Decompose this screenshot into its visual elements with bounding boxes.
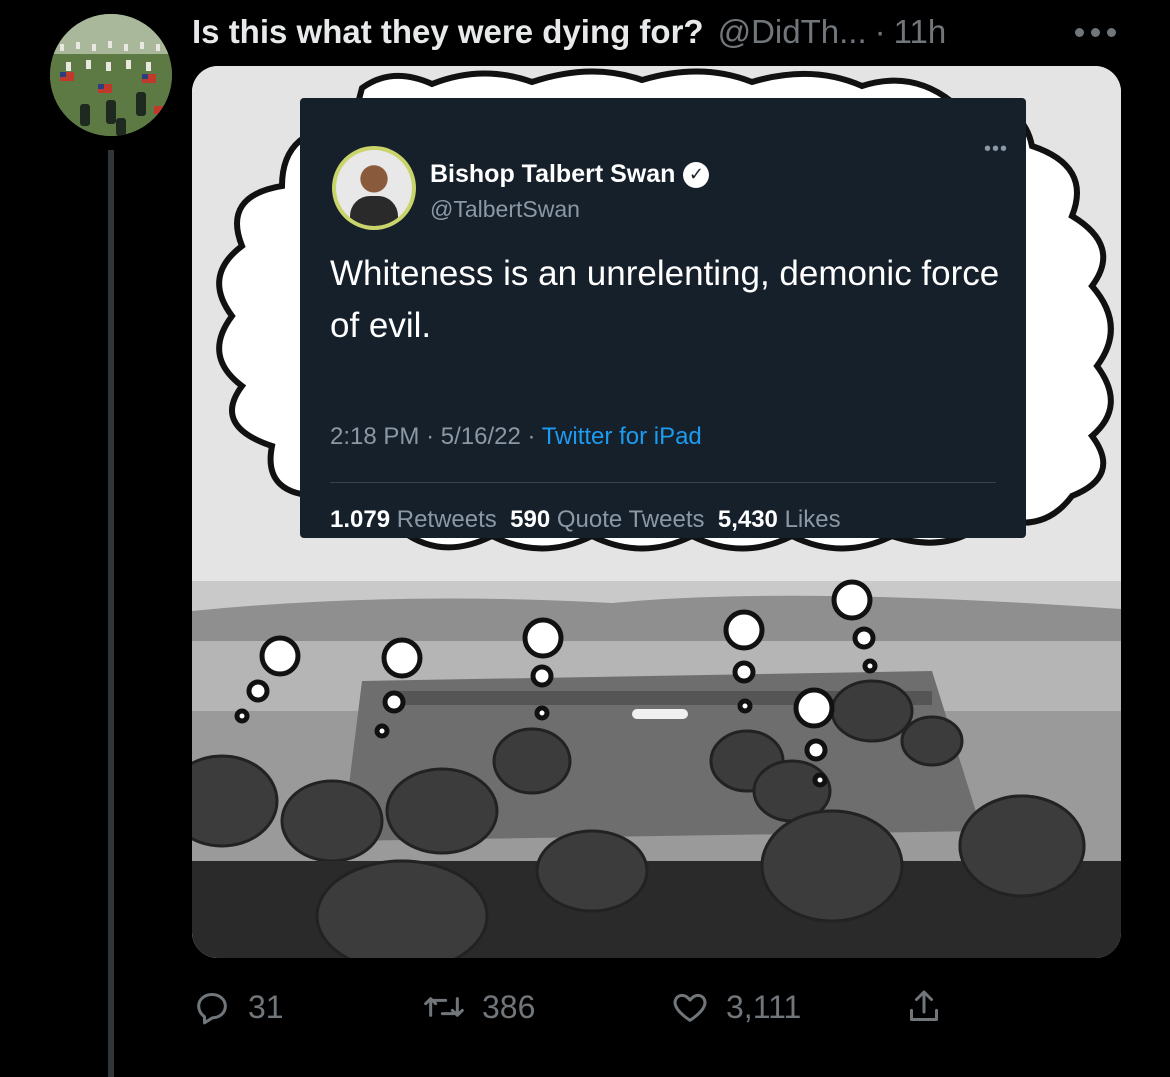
embed-source: Twitter for iPad (541, 423, 702, 450)
separator-dot: · (874, 13, 886, 50)
tweet-header: Is this what they were dying for? @DidTh… (192, 10, 1152, 54)
like-count: 3,111 (726, 988, 802, 1025)
embed-text: Whiteness is an unrelenting, demonic for… (330, 254, 1000, 345)
embed-avatar (332, 146, 416, 230)
embed-time: 2:18 PM (330, 423, 420, 450)
reply-button[interactable]: 31 (192, 987, 284, 1027)
embed-author: Bishop Talbert Swan ✓ (430, 160, 710, 189)
user-handle[interactable]: @DidTh... (718, 13, 867, 51)
embed-author-name: Bishop Talbert Swan (430, 160, 676, 188)
share-icon (910, 990, 938, 1021)
like-button[interactable]: 3,111 (670, 987, 801, 1027)
tweet-media[interactable]: Bishop Talbert Swan ✓ @TalbertSwan ••• W… (192, 66, 1121, 958)
display-name[interactable]: Is this what they were dying for? (192, 13, 704, 51)
heart-icon (673, 993, 707, 1022)
retweet-icon (424, 997, 464, 1017)
embed-more-icon: ••• (983, 138, 1008, 160)
retweet-button[interactable]: 386 (422, 987, 535, 1027)
more-icon[interactable] (1075, 28, 1154, 37)
thread-line (108, 150, 114, 1077)
reply-icon (197, 993, 227, 1025)
share-button[interactable] (904, 987, 944, 1027)
tweet: Is this what they were dying for? @DidTh… (0, 0, 1170, 1077)
timestamp[interactable]: 11h (894, 13, 947, 51)
verified-icon: ✓ (683, 161, 710, 188)
retweet-count: 386 (482, 988, 536, 1025)
action-bar: 31 386 3,111 (192, 982, 972, 1032)
embed-date: 5/16/22 (440, 423, 521, 450)
reply-count: 31 (248, 988, 284, 1025)
embed-meta: 2:18 PM · 5/16/22 · Twitter for iPad (330, 423, 702, 450)
embedded-tweet: Bishop Talbert Swan ✓ @TalbertSwan ••• W… (300, 98, 1026, 538)
embed-handle: @TalbertSwan (430, 196, 580, 222)
avatar[interactable] (50, 14, 172, 136)
embed-stats: 1.079 Retweets 590 Quote Tweets 5,430 Li… (330, 506, 841, 533)
embed-divider (330, 482, 996, 483)
avatar-image (50, 14, 172, 136)
